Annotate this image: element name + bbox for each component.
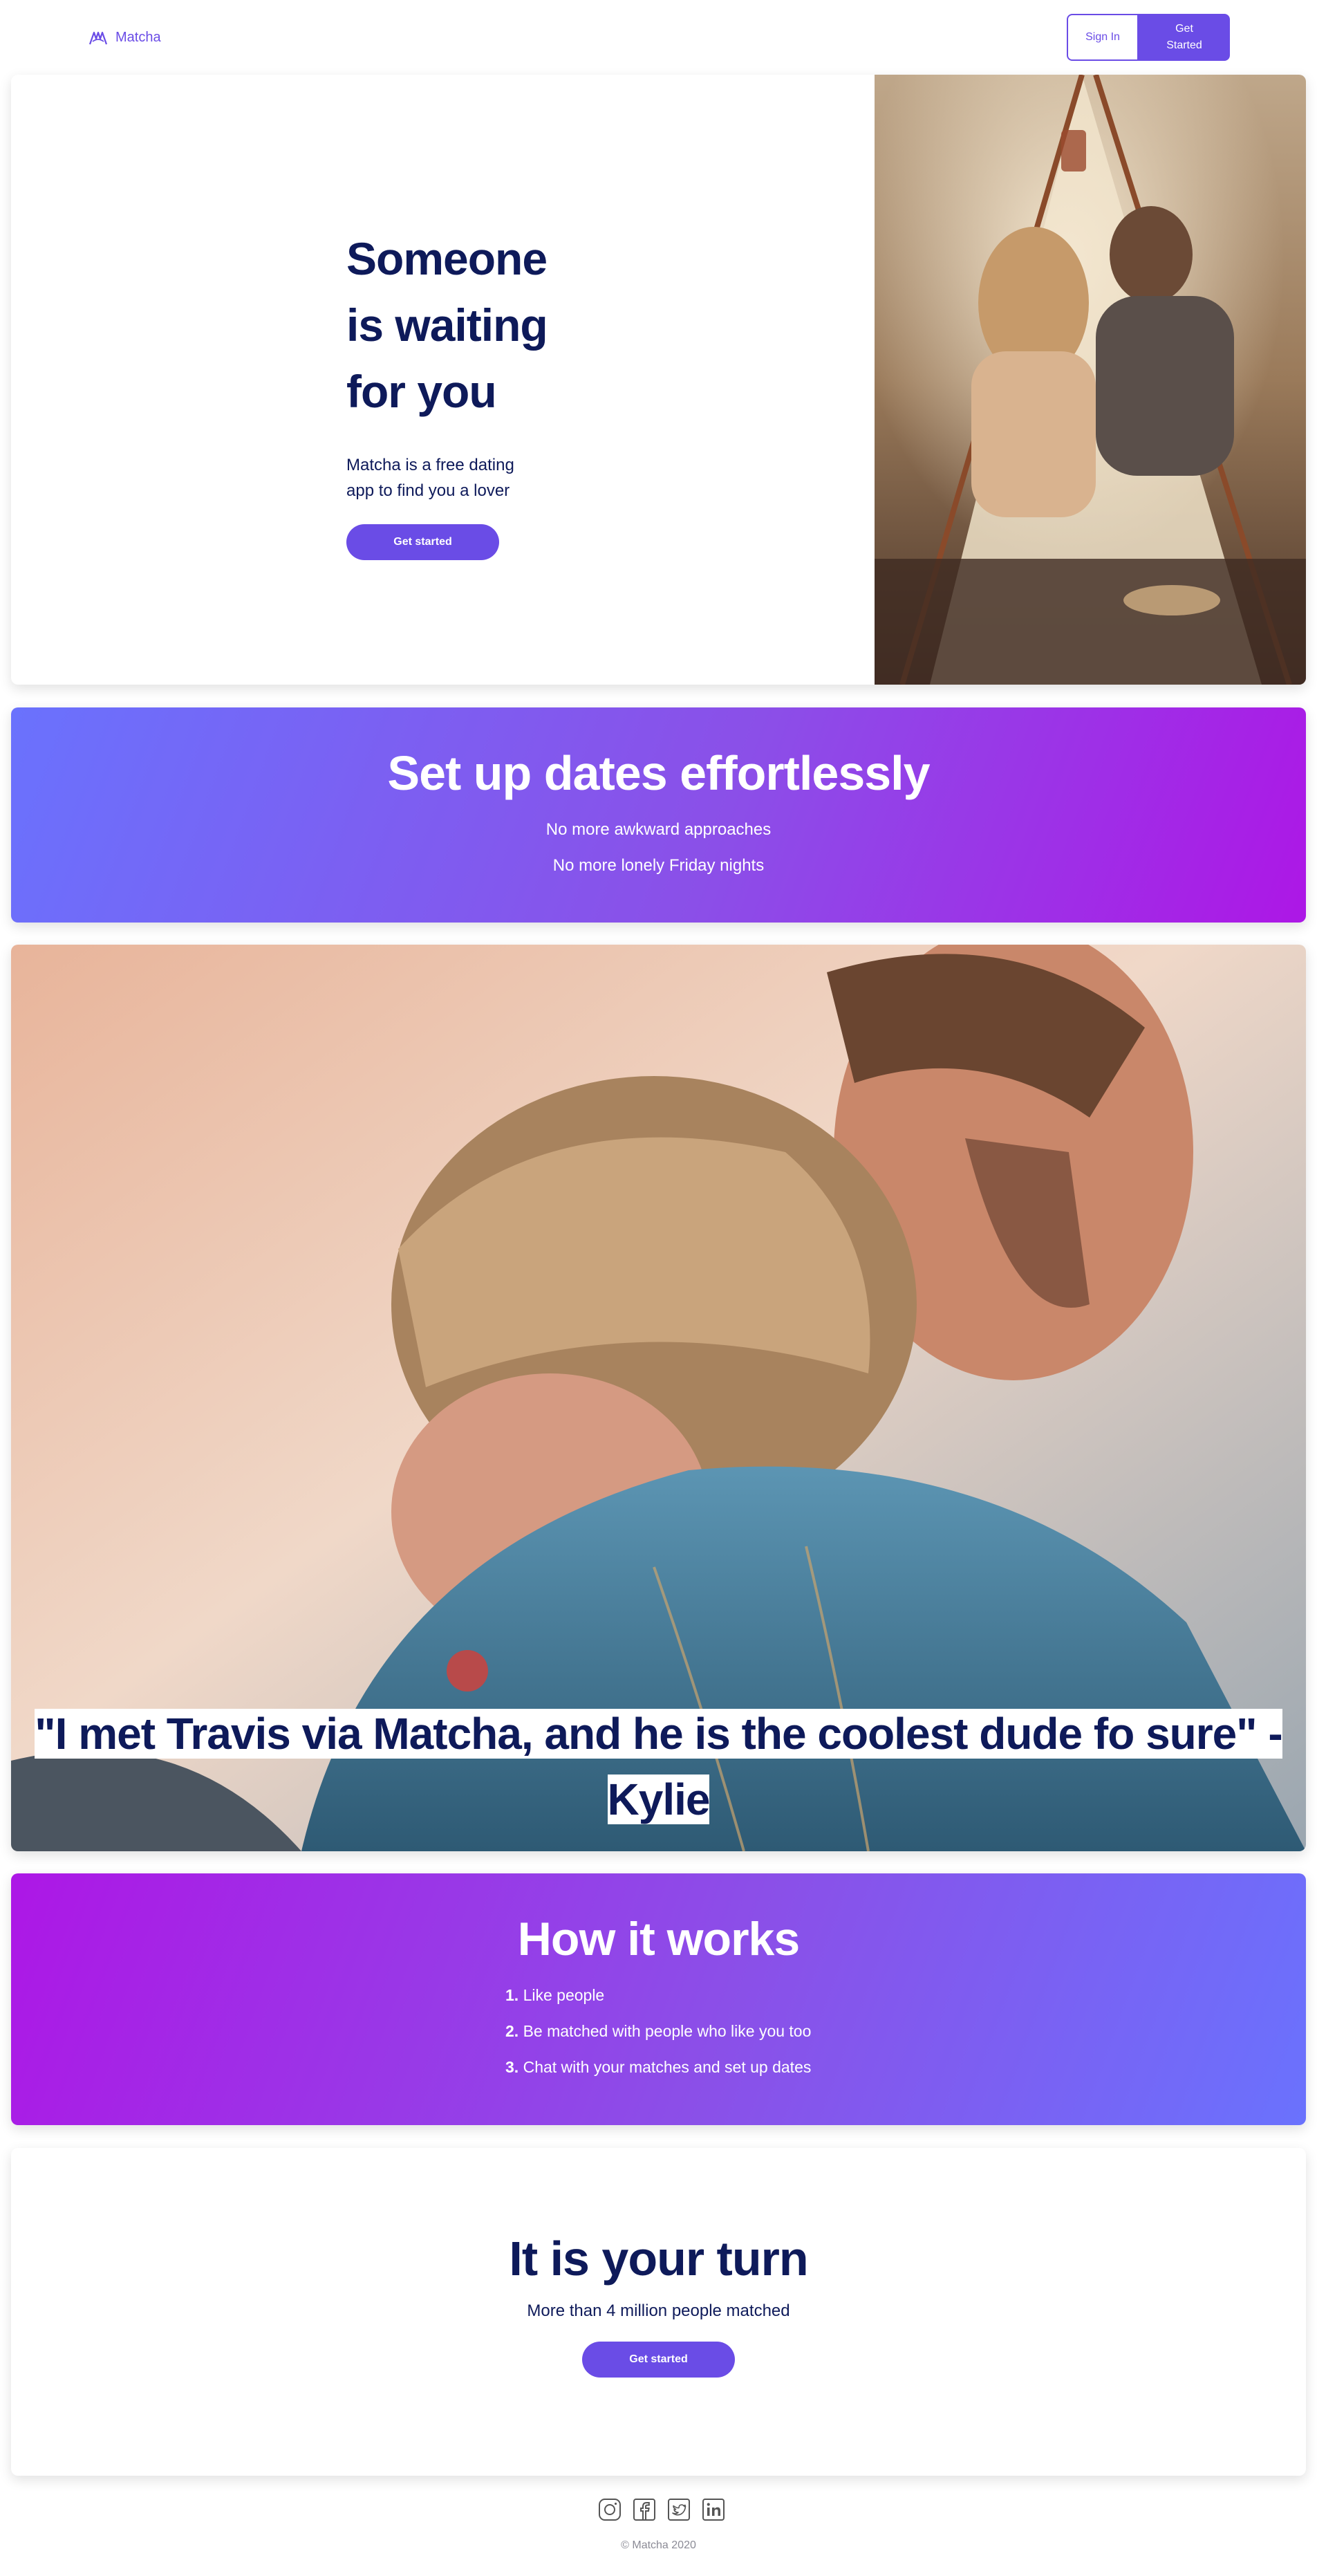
hero-title: Someone is waiting for you [346, 225, 637, 425]
how-it-works-section: How it works 1. Like people 2. Be matche… [11, 1873, 1306, 2125]
step-number: 2. [505, 2022, 519, 2040]
testimonial-section: "I met Travis via Matcha, and he is the … [11, 945, 1306, 1851]
hero-copy: Someone is waiting for you Matcha is a f… [346, 225, 637, 560]
copyright-text: © Matcha 2020 [621, 2539, 696, 2551]
step-text: Be matched with people who like you too [523, 2022, 812, 2040]
instagram-icon[interactable] [598, 2498, 622, 2521]
hero-title-line: is waiting [346, 299, 548, 351]
how-it-works-title: How it works [517, 1913, 800, 1965]
get-started-nav-button[interactable]: Get Started [1139, 14, 1230, 61]
top-nav: Matcha Sign In Get Started [0, 0, 1317, 75]
step-item: 1. Like people [505, 1977, 811, 2013]
matcha-logo-icon [88, 31, 108, 45]
couple-in-tent-photo [875, 75, 1306, 685]
cta-subtitle: More than 4 million people matched [527, 2301, 790, 2320]
features-line: No more awkward approaches [545, 820, 772, 839]
facebook-icon[interactable] [633, 2498, 656, 2521]
hero-get-started-button[interactable]: Get started [346, 524, 499, 560]
hero-title-line: Someone [346, 233, 548, 284]
step-text: Like people [523, 1986, 605, 2004]
cta-get-started-button[interactable]: Get started [582, 2342, 735, 2378]
hero-title-line: for you [346, 366, 497, 417]
steps-list: 1. Like people 2. Be matched with people… [505, 1977, 811, 2085]
testimonial-quote-wrap: "I met Travis via Matcha, and he is the … [11, 1701, 1306, 1833]
features-section: Set up dates effortlessly No more awkwar… [11, 707, 1306, 923]
step-item: 3. Chat with your matches and set up dat… [505, 2049, 811, 2085]
hero-section: Someone is waiting for you Matcha is a f… [11, 75, 1306, 685]
step-number: 3. [505, 2058, 519, 2076]
step-item: 2. Be matched with people who like you t… [505, 2013, 811, 2049]
hero-subtitle: Matcha is a free dating app to find you … [346, 456, 514, 500]
cta-section: It is your turn More than 4 million peop… [11, 2148, 1306, 2476]
brand-name: Matcha [115, 29, 161, 45]
cta-title: It is your turn [509, 2232, 808, 2286]
features-line: No more lonely Friday nights [552, 856, 765, 875]
step-text: Chat with your matches and set up dates [523, 2058, 812, 2076]
features-title: Set up dates effortlessly [387, 746, 930, 800]
brand-logo[interactable]: Matcha [88, 25, 161, 50]
step-number: 1. [505, 1986, 519, 2004]
testimonial-quote: "I met Travis via Matcha, and he is the … [35, 1709, 1283, 1824]
linkedin-icon[interactable] [702, 2498, 725, 2521]
auth-buttons: Sign In Get Started [1067, 14, 1230, 61]
twitter-icon[interactable] [667, 2498, 691, 2521]
social-links [598, 2498, 725, 2521]
sign-in-button[interactable]: Sign In [1067, 14, 1139, 61]
